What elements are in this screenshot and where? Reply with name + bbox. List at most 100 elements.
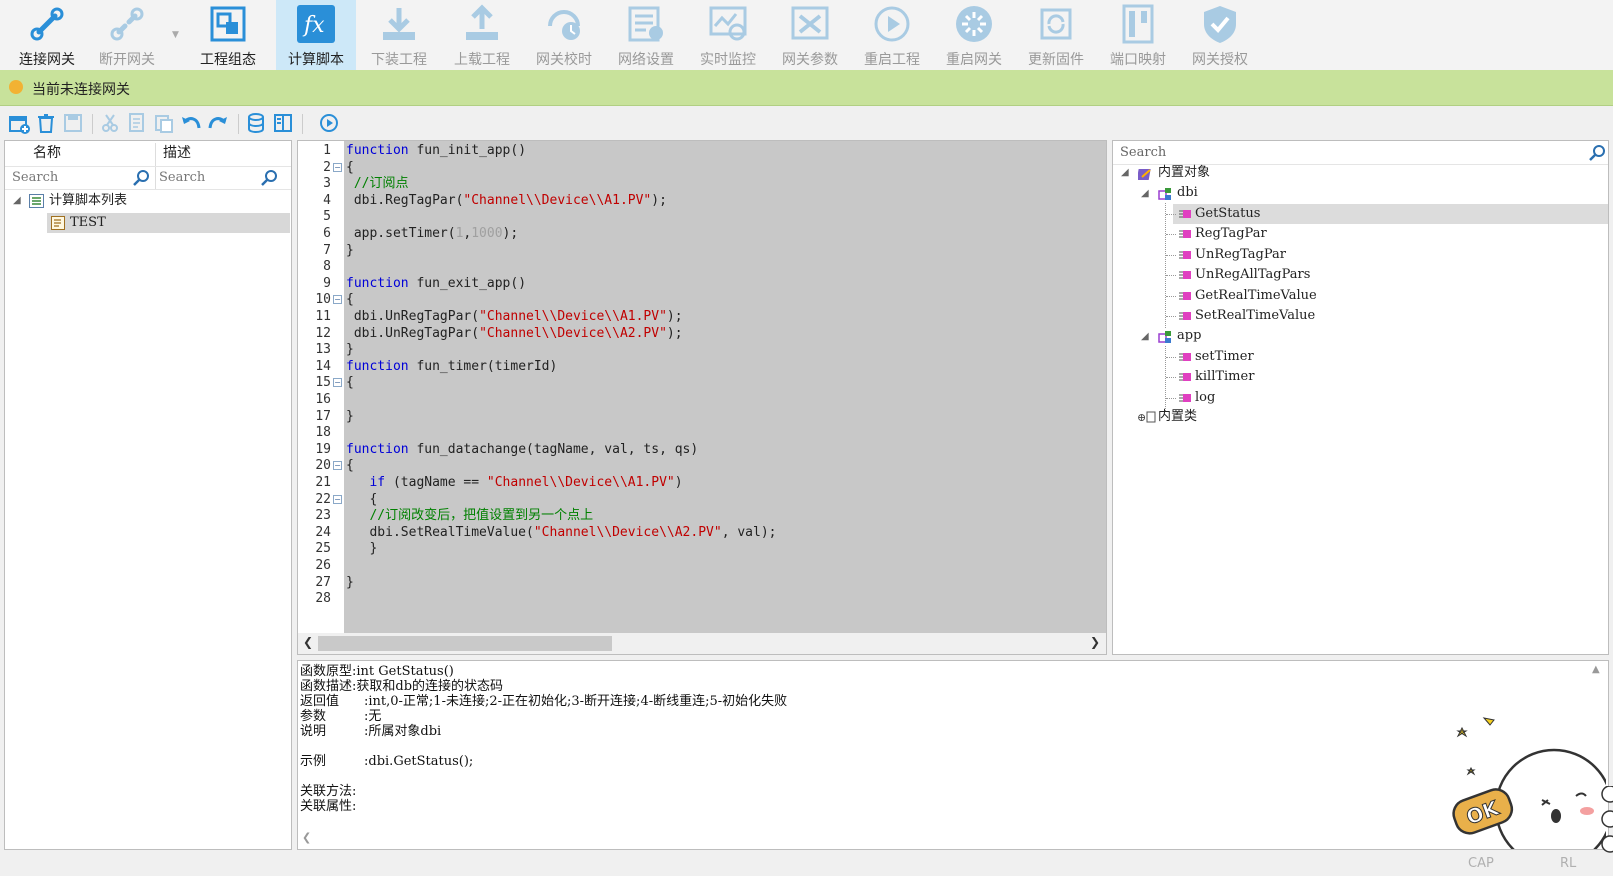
realtime-monitor-button[interactable]: 实时监控 <box>688 0 768 70</box>
book-icon[interactable] <box>272 112 294 134</box>
search-icon[interactable] <box>133 169 151 187</box>
code-line[interactable]: function fun_datachange(tagName, val, ts… <box>346 441 698 458</box>
calc-script-button[interactable]: fx 计算脚本 <box>276 0 356 70</box>
update-firmware-button[interactable]: 更新固件 <box>1016 0 1096 70</box>
scrollbar-thumb[interactable] <box>318 636 612 651</box>
line-number: 19 <box>315 441 331 457</box>
code-line[interactable]: if (tagName == "Channel\\Device\\A1.PV") <box>346 474 682 491</box>
code-line[interactable]: //订阅改变后，把值设置到另一个点上 <box>346 507 593 524</box>
method-item[interactable]: log <box>1195 388 1215 408</box>
code-line[interactable]: } <box>346 242 354 259</box>
cut-icon[interactable] <box>99 112 121 134</box>
builtin-classes-node[interactable]: 内置类 <box>1158 407 1197 427</box>
code-line[interactable]: } <box>346 540 377 557</box>
info-note: 说明:所属对象dbi <box>300 724 442 739</box>
code-line[interactable]: function fun_exit_app() <box>346 275 526 292</box>
code-line[interactable]: } <box>346 574 354 591</box>
gateway-time-sync-button[interactable]: 网关校时 <box>524 0 604 70</box>
restart-project-button[interactable]: 重启工程 <box>852 0 932 70</box>
code-line[interactable]: dbi.RegTagPar("Channel\\Device\\A1.PV"); <box>346 192 667 209</box>
project-config-button[interactable]: 工程组态 <box>188 0 268 70</box>
run-icon[interactable] <box>318 112 340 134</box>
code-line[interactable]: { <box>346 491 377 508</box>
copy-icon[interactable] <box>126 112 148 134</box>
connect-gateway-button[interactable]: 连接网关 <box>7 0 87 70</box>
method-item[interactable]: SetRealTimeValue <box>1195 306 1315 326</box>
upload-project-button[interactable]: 上载工程 <box>442 0 522 70</box>
fold-toggle-icon[interactable]: − <box>333 295 342 305</box>
code-line[interactable]: dbi.UnRegTagPar("Channel\\Device\\A1.PV"… <box>346 308 683 325</box>
method-item[interactable]: UnRegAllTagPars <box>1195 265 1310 285</box>
fold-toggle-icon[interactable]: − <box>333 162 342 172</box>
search-icon[interactable] <box>261 169 279 187</box>
script-item-test[interactable]: TEST <box>70 213 106 233</box>
save-icon[interactable] <box>62 112 84 134</box>
gateway-license-button[interactable]: 网关授权 <box>1180 0 1260 70</box>
method-icon <box>1179 271 1191 280</box>
fold-toggle-icon[interactable]: − <box>333 461 342 471</box>
builtin-objects-node[interactable]: 内置对象 <box>1158 163 1210 183</box>
dbi-node[interactable]: dbi <box>1177 183 1198 203</box>
restart-gateway-button[interactable]: 重启网关 <box>934 0 1014 70</box>
method-item[interactable]: RegTagPar <box>1195 224 1267 244</box>
method-item[interactable]: setTimer <box>1195 347 1254 367</box>
scroll-left-icon[interactable]: ❮ <box>302 831 311 844</box>
code-line[interactable]: function fun_timer(timerId) <box>346 358 557 375</box>
code-editor[interactable]: 1 2−3 4 5 6 7 8 9 10−11 12 13 14 15−16 17 18 19 20−21 22−… <box>297 140 1107 655</box>
line-number: 9 <box>323 275 331 291</box>
fold-toggle-icon[interactable]: − <box>333 378 342 388</box>
disconnect-gateway-label: 断开网关 <box>99 52 155 68</box>
code-line[interactable]: app.setTimer(1,1000); <box>346 225 518 242</box>
scroll-right-icon[interactable]: ❯ <box>1090 635 1100 649</box>
code-line[interactable]: dbi.UnRegTagPar("Channel\\Device\\A2.PV"… <box>346 325 683 342</box>
network-settings-button[interactable]: 网络设置 <box>606 0 686 70</box>
database-icon[interactable] <box>245 112 267 134</box>
collapse-arrow-icon[interactable]: ◢ <box>1121 163 1129 183</box>
code-line[interactable]: { <box>346 291 354 308</box>
method-item[interactable]: GetStatus <box>1195 204 1260 224</box>
download-project-button[interactable]: 下装工程 <box>359 0 439 70</box>
gateway-params-button[interactable]: 网关参数 <box>770 0 850 70</box>
collapse-arrow-icon[interactable]: ◢ <box>1141 327 1149 347</box>
code-line[interactable]: { <box>346 159 354 176</box>
side-tool-icons[interactable] <box>1598 786 1613 856</box>
fold-toggle-icon[interactable]: − <box>333 494 342 504</box>
code-line[interactable]: //订阅点 <box>346 175 409 192</box>
redo-icon[interactable] <box>207 112 229 134</box>
code-line[interactable]: } <box>346 408 354 425</box>
code-line[interactable]: function fun_init_app() <box>346 142 526 159</box>
code-string: "Channel\\Device\\A2.PV" <box>479 325 667 341</box>
code-line[interactable]: { <box>346 457 354 474</box>
scroll-up-icon[interactable]: ▲ <box>1592 664 1600 675</box>
method-item[interactable]: UnRegTagPar <box>1195 245 1286 265</box>
scroll-left-icon[interactable]: ❮ <box>303 635 313 649</box>
column-header-desc[interactable]: 描述 <box>163 141 191 166</box>
method-item[interactable]: GetRealTimeValue <box>1195 286 1317 306</box>
horizontal-scrollbar[interactable]: ❮ ❯ <box>298 633 1106 654</box>
collapse-arrow-icon[interactable]: ◢ <box>13 191 21 211</box>
delete-icon[interactable] <box>35 112 57 134</box>
realtime-monitor-label: 实时监控 <box>700 52 756 68</box>
connect-gateway-label: 连接网关 <box>19 52 75 68</box>
collapse-arrow-icon[interactable]: ◢ <box>1141 184 1149 204</box>
port-mapping-button[interactable]: 端口映射 <box>1098 0 1178 70</box>
app-node[interactable]: app <box>1177 326 1201 346</box>
expand-icon[interactable]: ⊕ <box>1137 408 1146 428</box>
script-list-root[interactable]: 计算脚本列表 <box>49 191 127 211</box>
search-icon[interactable] <box>1589 144 1607 162</box>
column-header-name[interactable]: 名称 <box>33 141 61 166</box>
disconnect-gateway-button[interactable]: 断开网关 <box>87 0 167 70</box>
method-item[interactable]: killTimer <box>1195 367 1254 387</box>
object-search-input[interactable]: Search <box>1120 143 1166 163</box>
info-return: 返回值:int,0-正常;1-未连接;2-正在初始化;3-断开连接;4-断线重连… <box>300 694 788 709</box>
code-line[interactable]: } <box>346 341 354 358</box>
paste-icon[interactable] <box>153 112 175 134</box>
desc-search-input[interactable]: Search <box>159 167 269 189</box>
dropdown-arrow-icon[interactable]: ▼ <box>172 30 179 40</box>
code-line[interactable]: dbi.SetRealTimeValue("Channel\\Device\\A… <box>346 524 776 541</box>
name-search-input[interactable]: Search <box>12 167 150 189</box>
script-list-panel: 名称 描述 Search Search ◢ 计算脚本列表 TEST <box>4 140 292 850</box>
code-line[interactable]: { <box>346 374 354 391</box>
undo-icon[interactable] <box>180 112 202 134</box>
new-script-icon[interactable] <box>8 112 30 134</box>
